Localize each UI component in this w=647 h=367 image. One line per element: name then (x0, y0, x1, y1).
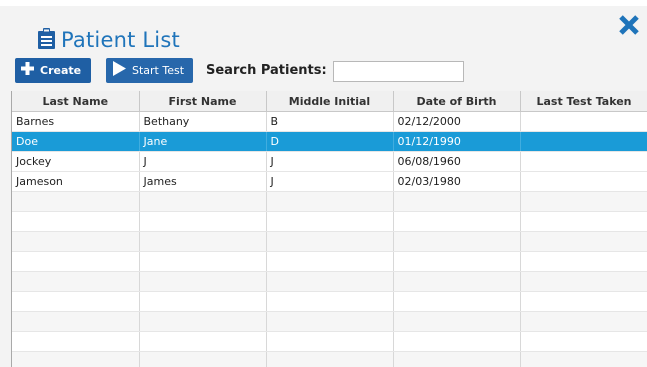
column-header-last-name[interactable]: Last Name (12, 91, 140, 112)
cell-middle-initial: D (266, 131, 394, 152)
cell-last-test (520, 131, 647, 152)
cell-first-name: Jane (139, 131, 267, 152)
toolbar: Create Start Test Search Patients: (15, 56, 327, 84)
cell-middle-initial: J (266, 151, 394, 172)
clipboard-icon (38, 27, 55, 53)
cell-last-test (520, 111, 647, 132)
empty-row (12, 251, 647, 272)
plus-icon (21, 62, 34, 78)
cell-date-of-birth: 06/08/1960 (393, 151, 521, 172)
table-row[interactable]: Barnes Bethany B 02/12/2000 (12, 111, 647, 132)
create-button-label: Create (40, 63, 82, 77)
column-header-first-name[interactable]: First Name (139, 91, 267, 112)
empty-row (12, 231, 647, 252)
start-test-button-label: Start Test (132, 63, 185, 77)
cell-date-of-birth: 02/12/2000 (393, 111, 521, 132)
cell-last-name: Barnes (12, 111, 140, 132)
empty-row (12, 211, 647, 232)
cell-last-name: Jameson (12, 171, 140, 192)
empty-row (12, 271, 647, 292)
cell-last-name: Doe (12, 131, 140, 152)
empty-row (12, 331, 647, 352)
column-header-middle-initial[interactable]: Middle Initial (266, 91, 394, 112)
cell-first-name: J (139, 151, 267, 172)
cell-middle-initial: J (266, 171, 394, 192)
cell-last-test (520, 171, 647, 192)
cell-date-of-birth: 01/12/1990 (393, 131, 521, 152)
empty-row (12, 311, 647, 332)
cell-first-name: James (139, 171, 267, 192)
page-title: Patient List (61, 28, 180, 52)
cell-date-of-birth: 02/03/1980 (393, 171, 521, 192)
patient-list-dialog: Patient List Create Start Test Search Pa… (0, 6, 647, 367)
table-row[interactable]: Jockey J J 06/08/1960 (12, 151, 647, 172)
empty-row (12, 291, 647, 312)
patient-table: Last Name First Name Middle Initial Date… (12, 91, 647, 367)
create-button[interactable]: Create (15, 57, 91, 83)
table-header-row: Last Name First Name Middle Initial Date… (12, 91, 647, 112)
play-icon (112, 61, 126, 79)
search-label: Search Patients: (206, 62, 327, 78)
start-test-button[interactable]: Start Test (106, 57, 193, 83)
column-header-last-test-taken[interactable]: Last Test Taken (520, 91, 647, 112)
table-row-selected[interactable]: Doe Jane D 01/12/1990 (12, 131, 647, 152)
empty-row (12, 351, 647, 367)
cell-first-name: Bethany (139, 111, 267, 132)
column-header-date-of-birth[interactable]: Date of Birth (393, 91, 521, 112)
dialog-title: Patient List (38, 25, 180, 55)
cell-last-name: Jockey (12, 151, 140, 172)
empty-row (12, 191, 647, 212)
search-input[interactable] (333, 61, 464, 82)
cell-last-test (520, 151, 647, 172)
close-icon[interactable] (616, 13, 642, 37)
patient-grid: Last Name First Name Middle Initial Date… (11, 91, 647, 367)
cell-middle-initial: B (266, 111, 394, 132)
table-row[interactable]: Jameson James J 02/03/1980 (12, 171, 647, 192)
